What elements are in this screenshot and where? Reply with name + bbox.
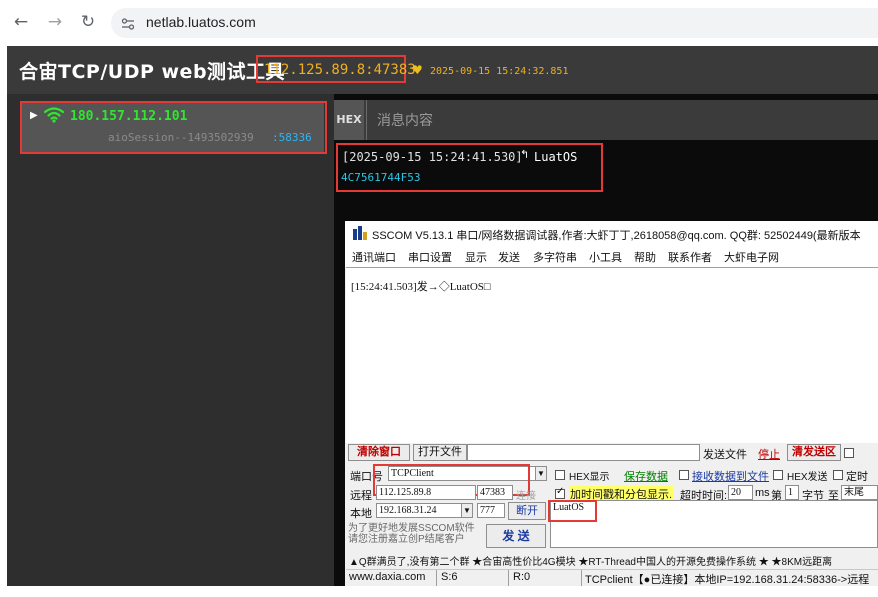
client-list-panel [7, 94, 334, 586]
status-connection: TCPclient【●已连接】本地IP=192.168.31.24:58336-… [585, 574, 870, 586]
menu-item-multistring[interactable]: 多字符串 [533, 249, 577, 265]
message-input[interactable]: 消息内容 [366, 100, 878, 140]
page-bottom [0, 586, 878, 597]
message-text: LuatOS [534, 150, 578, 164]
ms-label: ms [755, 487, 770, 499]
menu-item-contact[interactable]: 联系作者 [668, 249, 712, 265]
status-recv: R:0 [513, 571, 531, 583]
menu-item-port[interactable]: 通讯端口 [352, 249, 396, 265]
caret-right-icon[interactable]: ▶ [30, 110, 38, 121]
sscom-title: SSCOM V5.13.1 串口/网络数据调试器,作者:大虾丁丁,2618058… [372, 230, 861, 242]
hex-display-label: HEX显示 [569, 472, 610, 483]
client-port: :58336 [272, 131, 312, 144]
hex-send-checkbox[interactable] [773, 470, 783, 480]
send-button[interactable]: 发 送 [486, 524, 546, 548]
hex-display-checkbox[interactable] [555, 470, 565, 480]
site-settings-icon[interactable] [121, 16, 135, 35]
heart-icon: ♥ [412, 63, 423, 77]
sscom-logo-icon [352, 225, 368, 245]
hex-toggle-button[interactable]: HEX [334, 100, 364, 140]
status-site[interactable]: www.daxia.com [349, 571, 425, 583]
local-ip-select[interactable]: 192.168.31.24 [376, 503, 462, 518]
send-text-area[interactable]: LuatOS [550, 500, 878, 548]
timed-checkbox[interactable] [833, 470, 843, 480]
promo-text[interactable]: 为了更好地发展SSCOM软件 请您注册嘉立创P结尾客户 [348, 523, 475, 545]
recv-to-file-button[interactable]: 接收数据到文件 [692, 468, 769, 484]
forward-icon[interactable]: → [45, 12, 65, 32]
timed-checkbox-top[interactable] [844, 448, 854, 458]
url-text[interactable]: netlab.luatos.com [146, 14, 256, 30]
file-path-field[interactable] [467, 444, 700, 461]
menu-item-tools[interactable]: 小工具 [589, 249, 622, 265]
menu-item-serial-settings[interactable]: 串口设置 [408, 249, 452, 265]
menu-item-display[interactable]: 显示 [465, 249, 487, 265]
connect-button[interactable]: 连接 [516, 487, 536, 502]
end-select[interactable]: 末尾 [841, 485, 878, 500]
remote-port-field[interactable]: 47383 [477, 485, 513, 500]
status-divider [508, 570, 509, 586]
status-divider [581, 570, 582, 586]
status-divider [436, 570, 437, 586]
message-time: [2025-09-15 15:24:41.530] [342, 150, 523, 164]
remote-label: 远程 [350, 490, 372, 502]
disconnect-button[interactable]: 断开 [508, 502, 546, 520]
highlight-box [548, 500, 597, 522]
open-file-button[interactable]: 打开文件 [413, 444, 467, 461]
timed-label: 定时 [846, 471, 868, 483]
incoming-icon: ↰ [520, 148, 530, 161]
chevron-down-icon[interactable]: ▼ [535, 466, 547, 481]
local-label: 本地 [350, 508, 372, 520]
stop-button[interactable]: 停止 [758, 446, 780, 462]
client-ip: 180.157.112.101 [70, 109, 188, 124]
ticker-text[interactable]: ▲Q群满员了,没有第二个群 ★合宙高性价比4G模块 ★RT-Thread中国人的… [349, 553, 832, 568]
menu-item-send[interactable]: 发送 [498, 249, 520, 265]
clear-send-button[interactable]: 清发送区 [787, 444, 841, 461]
reload-icon[interactable]: ↻ [78, 12, 98, 32]
menu-item-daxia[interactable]: 大虾电子网 [724, 249, 779, 265]
save-data-button[interactable]: 保存数据 [624, 468, 668, 484]
remote-ip-field[interactable]: 112.125.89.8 [376, 485, 476, 500]
receive-line: [15:24:41.503]发→◇LuatOS□ [351, 281, 491, 293]
wifi-icon [43, 107, 65, 127]
timeout-field[interactable]: 20 [728, 485, 753, 500]
client-session-id: aioSession--1493502939 [108, 131, 254, 144]
check-icon: ✓ [556, 486, 565, 497]
menu-item-help[interactable]: 帮助 [634, 249, 656, 265]
message-hex: 4C7561744F53 [341, 171, 421, 184]
chevron-down-icon[interactable]: ▼ [461, 503, 473, 518]
server-address: 112.125.89.8:47383 [264, 62, 416, 78]
send-file-button[interactable]: 发送文件 [703, 446, 747, 462]
back-icon[interactable]: ← [11, 12, 31, 32]
local-port-field[interactable]: 777 [477, 503, 505, 518]
server-time: 2025-09-15 15:24:32.851 [430, 66, 569, 77]
byte-field[interactable]: 1 [785, 485, 799, 500]
clear-window-button[interactable]: 清除窗口 [348, 444, 410, 461]
recv-to-file-checkbox[interactable] [679, 470, 689, 480]
hex-send-label: HEX发送 [787, 472, 828, 483]
status-sent: S:6 [441, 571, 458, 583]
app-title: 合宙TCP/UDP web测试工具 [19, 61, 286, 83]
